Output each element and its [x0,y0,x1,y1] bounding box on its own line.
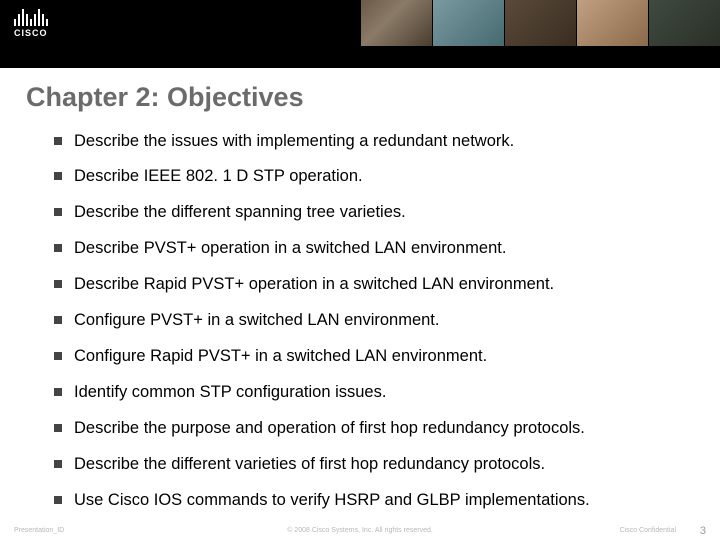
presentation-id: Presentation_ID [14,527,64,534]
logo-bars-icon [14,6,48,26]
bullet-text: Describe the different varieties of firs… [74,455,545,474]
footer: Presentation_ID © 2008 Cisco Systems, In… [0,519,720,540]
bullet-text: Configure PVST+ in a switched LAN enviro… [74,311,439,330]
bullet-icon [54,208,62,216]
bullet-text: Describe IEEE 802. 1 D STP operation. [74,167,363,186]
bullet-icon [54,352,62,360]
list-item: Identify common STP configuration issues… [54,375,680,411]
bullet-text: Describe the issues with implementing a … [74,132,514,151]
bullet-icon [54,244,62,252]
bullet-text: Identify common STP configuration issues… [74,383,386,402]
slide-title: Chapter 2: Objectives [0,68,720,123]
bullet-icon [54,316,62,324]
list-item: Describe PVST+ operation in a switched L… [54,231,680,267]
slide: CISCO Chapter 2: Objectives Describe the… [0,0,720,540]
header-band: CISCO [0,0,720,68]
bullet-text: Configure Rapid PVST+ in a switched LAN … [74,347,487,366]
bullet-text: Describe the different spanning tree var… [74,203,406,222]
list-item: Configure PVST+ in a switched LAN enviro… [54,303,680,339]
bullet-text: Use Cisco IOS commands to verify HSRP an… [74,491,590,510]
list-item: Use Cisco IOS commands to verify HSRP an… [54,483,680,519]
brand-logo: CISCO [14,6,48,38]
bullet-text: Describe Rapid PVST+ operation in a swit… [74,275,554,294]
list-item: Describe the different varieties of firs… [54,447,680,483]
page-number: 3 [700,525,706,537]
list-item: Describe the issues with implementing a … [54,123,680,159]
list-item: Describe Rapid PVST+ operation in a swit… [54,267,680,303]
confidential-text: Cisco Confidential [620,527,676,534]
bullet-text: Describe PVST+ operation in a switched L… [74,239,506,258]
brand-text: CISCO [14,28,48,38]
header-photo-strip [360,0,720,46]
copyright-text: © 2008 Cisco Systems, Inc. All rights re… [287,527,433,534]
list-item: Configure Rapid PVST+ in a switched LAN … [54,339,680,375]
list-item: Describe IEEE 802. 1 D STP operation. [54,159,680,195]
bullet-icon [54,280,62,288]
bullet-icon [54,496,62,504]
bullet-icon [54,172,62,180]
list-item: Describe the different spanning tree var… [54,195,680,231]
bullet-text: Describe the purpose and operation of fi… [74,419,585,438]
bullet-icon [54,388,62,396]
bullet-icon [54,460,62,468]
bullet-icon [54,424,62,432]
bullet-icon [54,137,62,145]
bullet-list: Describe the issues with implementing a … [0,123,720,519]
list-item: Describe the purpose and operation of fi… [54,411,680,447]
